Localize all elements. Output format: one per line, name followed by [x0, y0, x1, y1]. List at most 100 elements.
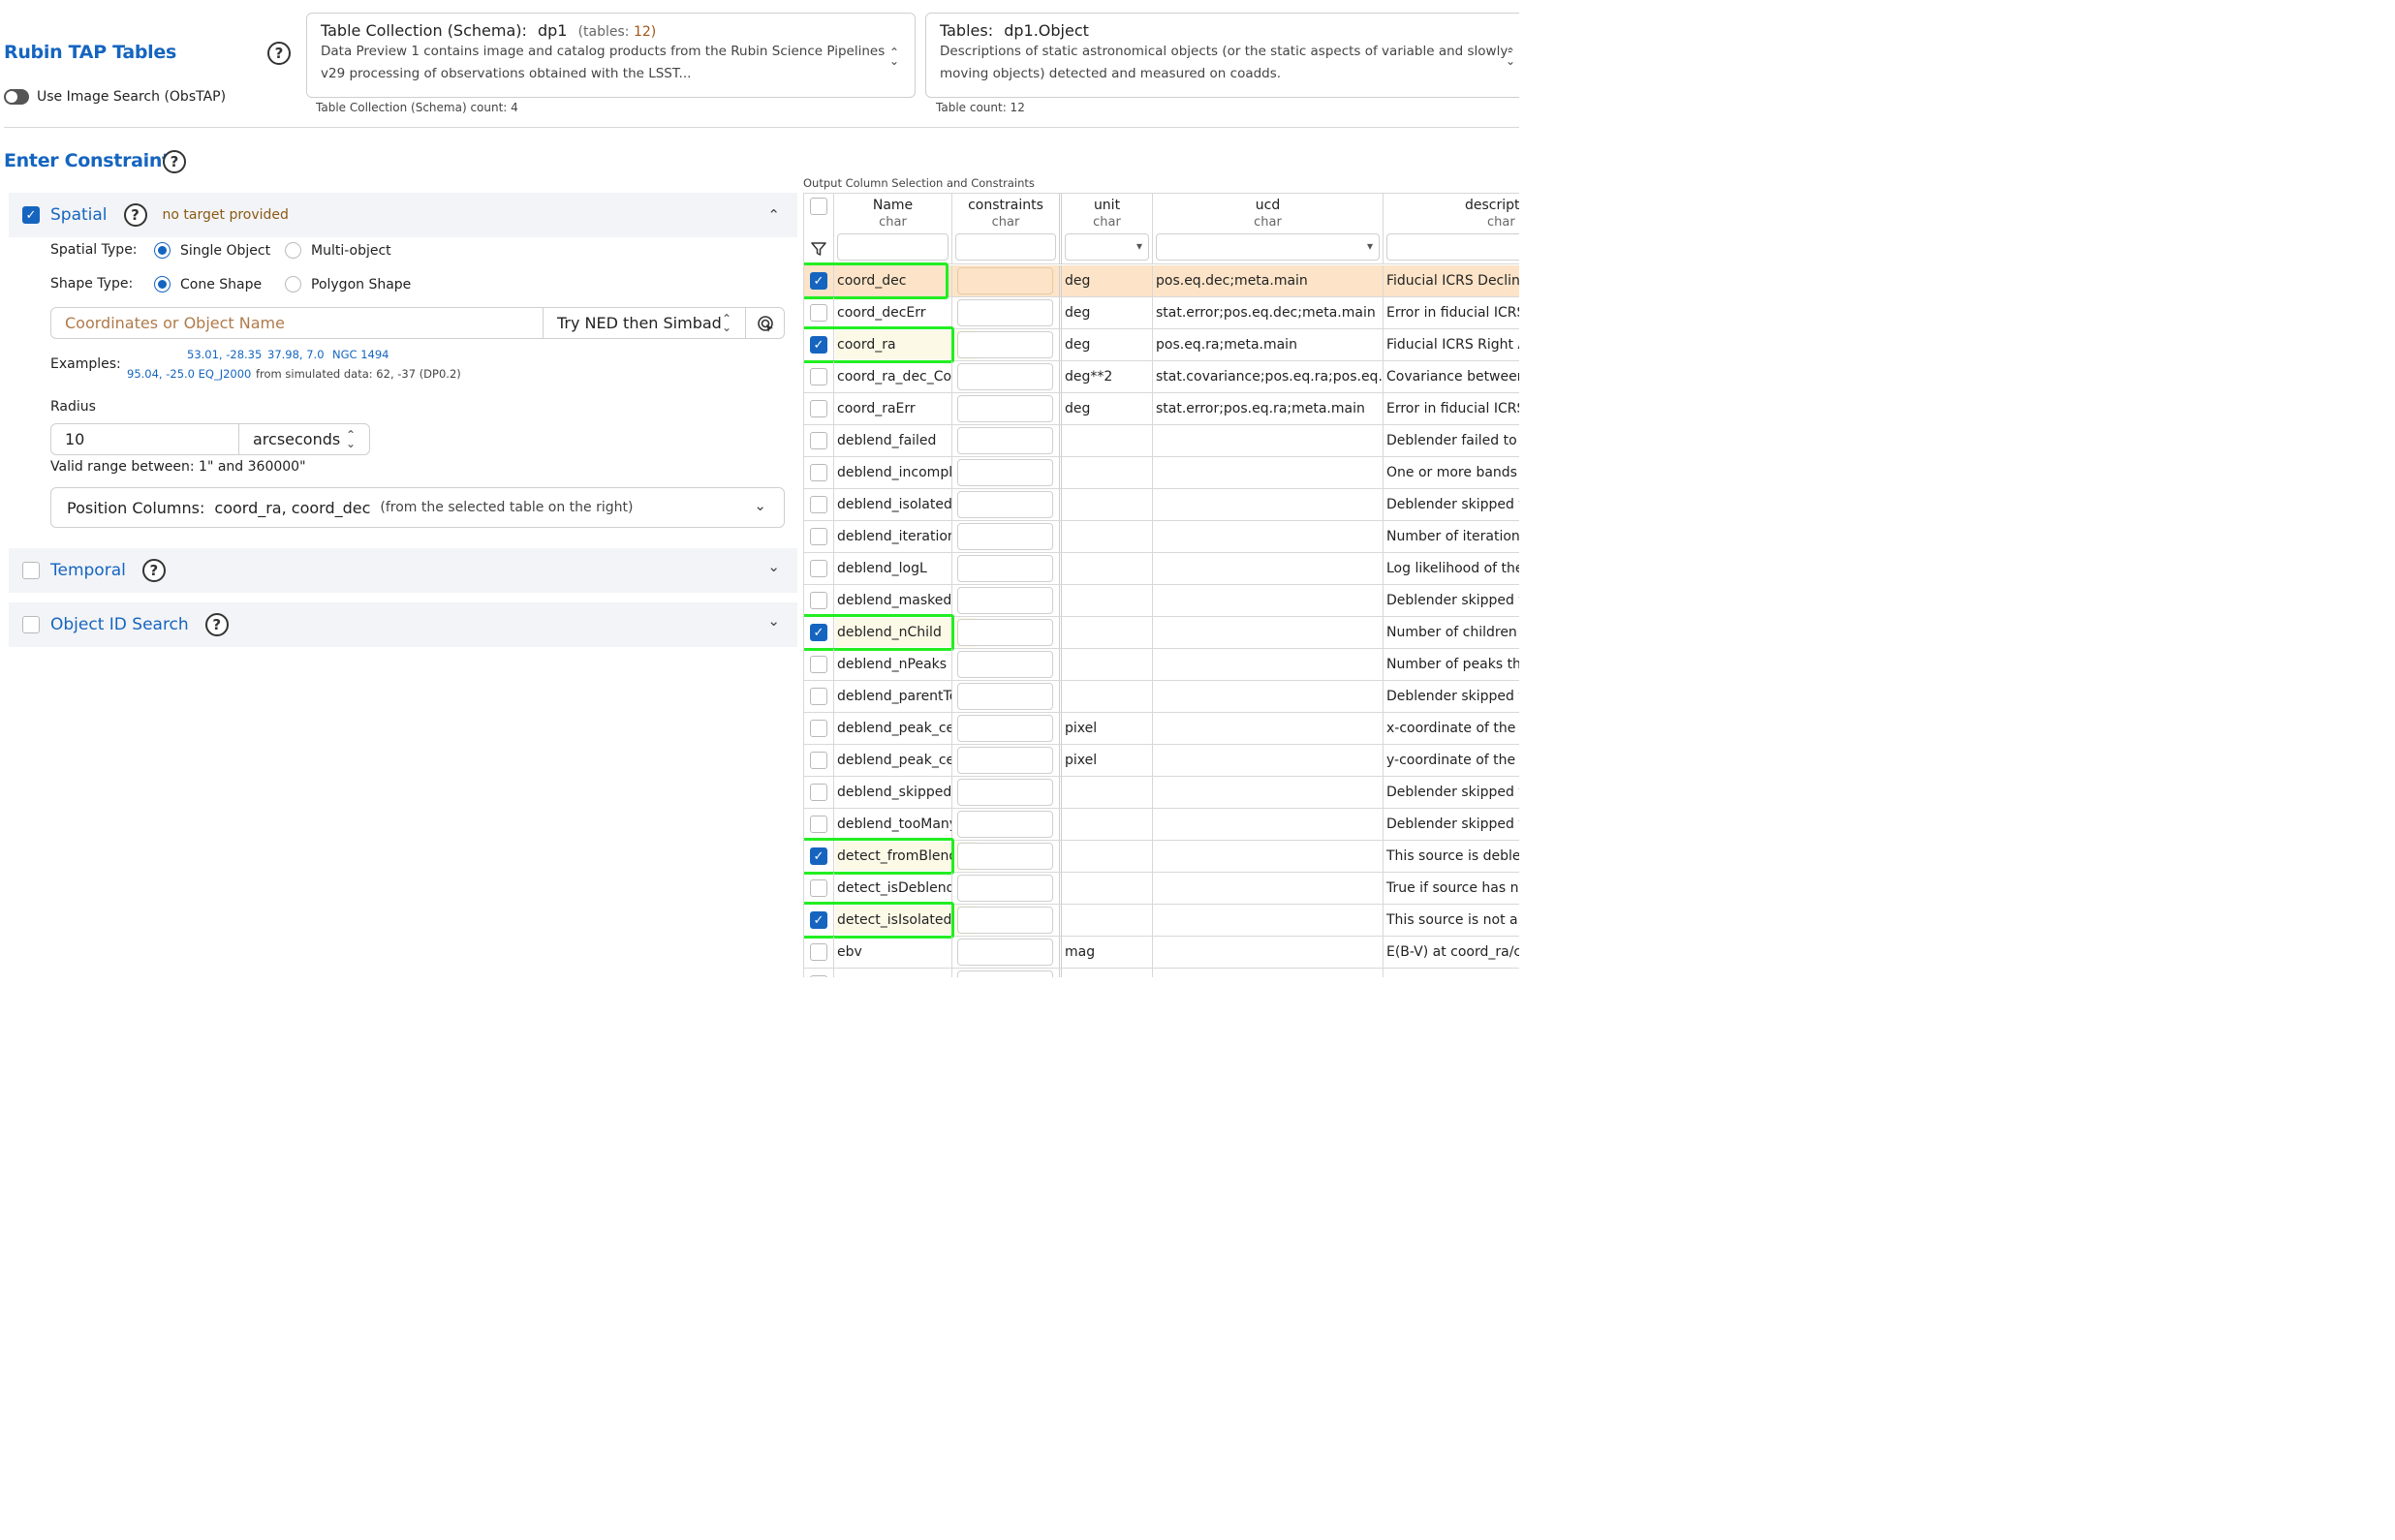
example-link[interactable]: 37.98, 7.0 — [267, 348, 325, 361]
row-checkbox[interactable] — [810, 432, 827, 449]
table-row[interactable]: deblend_incomplete One or more bands we — [804, 457, 1519, 489]
table-row[interactable]: deblend_tooManyPeaks Deblender skipped th… — [804, 809, 1519, 841]
row-checkbox[interactable] — [810, 368, 827, 385]
constraint-input[interactable] — [957, 875, 1053, 902]
constraint-input[interactable] — [957, 811, 1053, 838]
table-row[interactable]: ebv mag E(B-V) at coord_ra/coo — [804, 937, 1519, 969]
header-ucd[interactable]: ucd char — [1153, 194, 1384, 232]
row-checkbox[interactable] — [810, 975, 827, 977]
table-row[interactable]: deblend_isolatedParent Deblender skipped … — [804, 489, 1519, 521]
filter-input-constraints[interactable] — [955, 233, 1056, 261]
constraint-input[interactable] — [957, 459, 1053, 486]
radio-cone-shape[interactable]: Cone Shape — [154, 276, 262, 293]
spatial-checkbox[interactable]: ✓ — [22, 206, 40, 224]
row-checkbox[interactable] — [810, 784, 827, 801]
row-checkbox[interactable] — [810, 400, 827, 417]
radio-multi-object[interactable]: Multi-object — [285, 242, 391, 259]
table-row[interactable]: ✓detect_fromBlendThis source is deblend — [804, 838, 1519, 875]
constraint-input[interactable] — [957, 363, 1053, 390]
row-checkbox[interactable] — [810, 816, 827, 833]
constraint-input[interactable] — [957, 747, 1053, 774]
constraint-input[interactable] — [957, 619, 1053, 646]
table-row[interactable]: coord_ra_dec_Cov deg**2 stat.covariance;po… — [804, 361, 1519, 393]
table-row[interactable]: deblend_parentTooBig Deblender skipped th… — [804, 681, 1519, 713]
table-row[interactable]: deblend_peak_center_x pixel x-coordinate o… — [804, 713, 1519, 745]
constraint-input[interactable] — [957, 970, 1053, 977]
help-icon[interactable]: ? — [141, 559, 166, 582]
table-row[interactable]: deblend_masked Deblender skipped thi — [804, 585, 1519, 617]
constraint-input[interactable] — [957, 491, 1053, 518]
radio-button[interactable] — [154, 276, 171, 293]
table-row[interactable]: deblend_logL Log likelihood of the e — [804, 553, 1519, 585]
radio-button[interactable] — [285, 242, 301, 259]
chevron-down-icon[interactable]: ⌄ — [767, 612, 780, 630]
chevron-up-icon[interactable]: ⌃ — [767, 206, 780, 224]
constraint-input[interactable] — [957, 907, 1053, 934]
resolver-select[interactable]: Try NED then Simbad ⌃ ⌄ — [543, 308, 745, 338]
table-row[interactable]: ✓ coord_ra deg pos.eq.ra;meta.main Fiducial … — [804, 326, 1519, 363]
constraint-input[interactable] — [957, 555, 1053, 582]
constraint-input[interactable] — [957, 267, 1053, 294]
obstap-toggle[interactable]: Use Image Search (ObsTAP) — [4, 89, 226, 105]
object-id-panel-header[interactable]: Object ID Search ? ⌄ — [9, 602, 797, 647]
row-checkbox[interactable] — [810, 943, 827, 961]
constraint-input[interactable] — [957, 843, 1053, 870]
table-row[interactable]: deblend_nPeaks Number of peaks this — [804, 649, 1519, 681]
row-checkbox[interactable] — [810, 304, 827, 322]
header-description[interactable]: descripti char — [1384, 194, 1519, 232]
constraint-input[interactable] — [957, 683, 1053, 710]
constraint-input[interactable] — [957, 715, 1053, 742]
row-checkbox[interactable] — [810, 752, 827, 769]
radius-input[interactable]: 10 — [51, 424, 238, 454]
example-link[interactable]: 95.04, -25.0 EQ_J2000 — [127, 367, 251, 381]
constraint-input[interactable] — [957, 939, 1053, 966]
row-checkbox[interactable] — [810, 560, 827, 577]
toggle-switch-icon[interactable] — [4, 89, 29, 105]
help-icon[interactable]: ? — [204, 613, 229, 636]
row-checkbox[interactable] — [810, 879, 827, 897]
table-row[interactable]: coord_raErr deg stat.error;pos.eq.ra;meta.… — [804, 393, 1519, 425]
table-select[interactable]: Tables: dp1.Object Descriptions of stati… — [925, 13, 1519, 98]
radio-single-object[interactable]: Single Object — [154, 242, 270, 259]
constraint-input[interactable] — [957, 523, 1053, 550]
filter-select-unit[interactable] — [1065, 233, 1149, 261]
row-checkbox[interactable] — [810, 656, 827, 673]
schema-select[interactable]: Table Collection (Schema): dp1 (tables: … — [306, 13, 916, 98]
table-row[interactable]: detect_isDeblendedSource True if source h… — [804, 873, 1519, 905]
updown-chevron-icon[interactable]: ⌃ ⌄ — [1506, 46, 1515, 67]
filter-input-name[interactable] — [837, 233, 949, 261]
help-icon[interactable]: ? — [163, 150, 186, 173]
header-name[interactable]: Name char — [834, 194, 952, 232]
constraint-input[interactable] — [957, 779, 1053, 806]
table-row[interactable] — [804, 969, 1519, 977]
coordinates-input[interactable]: Coordinates or Object Name — [51, 308, 543, 338]
select-target-icon[interactable] — [745, 308, 784, 338]
updown-chevron-icon[interactable]: ⌃ ⌄ — [889, 46, 899, 67]
example-link[interactable]: NGC 1494 — [332, 348, 389, 361]
filter-input-description[interactable] — [1386, 233, 1519, 261]
table-row[interactable]: deblend_failed Deblender failed to de — [804, 425, 1519, 457]
temporal-panel-header[interactable]: Temporal ? ⌄ — [9, 548, 797, 593]
header-constraints[interactable]: constraints char — [952, 194, 1062, 232]
table-row[interactable]: ✓ coord_dec deg pos.eq.dec;meta.main Fiducia… — [804, 262, 1519, 299]
position-columns-select[interactable]: Position Columns: coord_ra, coord_dec (f… — [50, 487, 785, 528]
row-checkbox[interactable] — [810, 688, 827, 705]
row-checkbox[interactable] — [810, 528, 827, 545]
filter-select-ucd[interactable] — [1156, 233, 1380, 261]
constraint-input[interactable] — [957, 651, 1053, 678]
table-row[interactable]: ✓detect_isIsolatedThis source is not a p… — [804, 902, 1519, 939]
select-all-checkbox[interactable] — [810, 198, 827, 215]
example-link[interactable]: 53.01, -28.35 — [187, 348, 262, 361]
constraint-input[interactable] — [957, 395, 1053, 422]
filter-icon[interactable] — [804, 232, 834, 264]
table-row[interactable]: deblend_peak_center_y pixel y-coordinate o… — [804, 745, 1519, 777]
temporal-checkbox[interactable] — [22, 562, 40, 579]
table-row[interactable]: deblend_skipped Deblender skipped thi — [804, 777, 1519, 809]
object-id-checkbox[interactable] — [22, 616, 40, 633]
radius-unit-select[interactable]: arcseconds ⌃ ⌄ — [238, 424, 369, 454]
help-icon[interactable]: ? — [267, 42, 291, 65]
row-checkbox[interactable] — [810, 464, 827, 481]
help-icon[interactable]: ? — [123, 203, 147, 227]
header-unit[interactable]: unit char — [1062, 194, 1153, 232]
chevron-down-icon[interactable]: ⌄ — [754, 497, 766, 514]
